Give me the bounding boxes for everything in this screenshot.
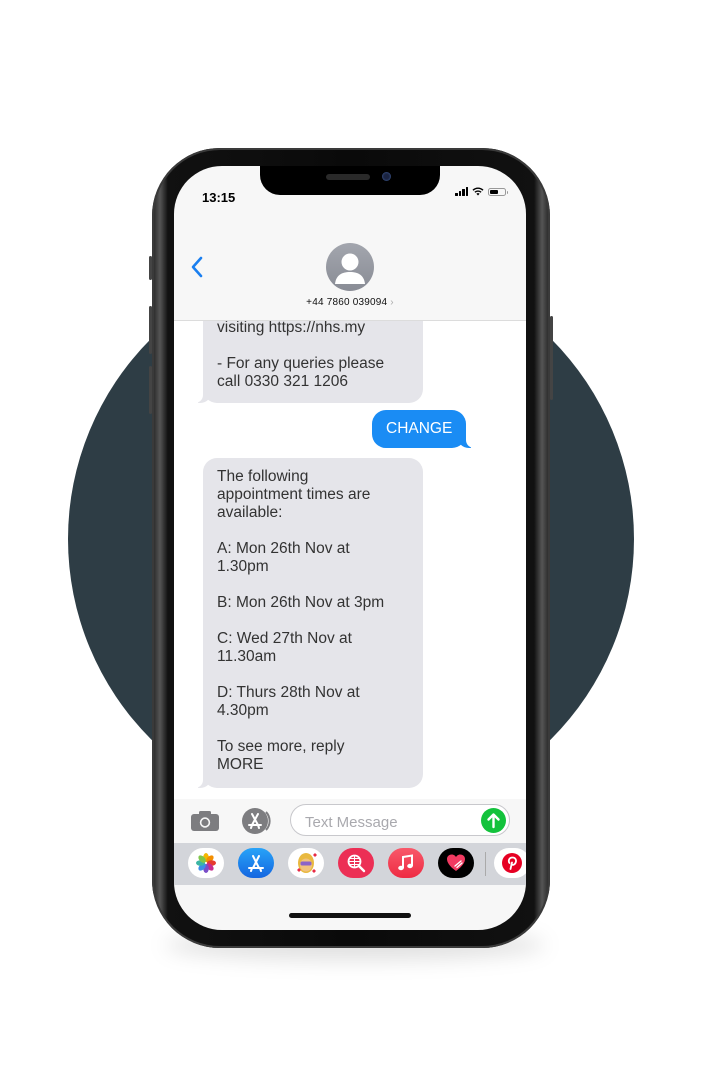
speaker-grille bbox=[326, 174, 370, 180]
image-search-app-icon bbox=[347, 854, 366, 873]
contact-avatar[interactable] bbox=[326, 243, 374, 291]
status-icons bbox=[455, 187, 508, 196]
message-bubble-outgoing: CHANGE bbox=[372, 410, 476, 448]
app-store-icon bbox=[242, 808, 271, 834]
back-button[interactable] bbox=[188, 254, 208, 280]
pinterest-app-button[interactable] bbox=[494, 848, 526, 878]
message-thread[interactable]: visiting https://nhs.my - For any querie… bbox=[174, 321, 526, 799]
digital-touch-app-icon bbox=[447, 854, 465, 871]
wifi-icon bbox=[472, 187, 484, 196]
contact-number: +44 7860 039094 bbox=[306, 297, 388, 308]
memoji-app-icon bbox=[297, 853, 317, 873]
message-input-bar bbox=[174, 799, 526, 843]
arrow-up-icon bbox=[487, 813, 500, 829]
tray-divider bbox=[485, 852, 486, 876]
conversation-header: +44 7860 039094 › bbox=[174, 216, 526, 321]
phone-screen: 13:15 +44 7860 039094 › visiting https:/… bbox=[174, 166, 526, 930]
memoji-app-button[interactable] bbox=[288, 848, 324, 878]
person-silhouette-icon bbox=[335, 253, 365, 284]
music-app-button[interactable] bbox=[388, 848, 424, 878]
image-search-app-button[interactable] bbox=[338, 848, 374, 878]
notch bbox=[260, 166, 440, 195]
chevron-right-icon: › bbox=[390, 297, 394, 308]
digital-touch-app-button[interactable] bbox=[438, 848, 474, 878]
camera-button[interactable] bbox=[190, 810, 220, 832]
side-button bbox=[550, 316, 553, 400]
send-button[interactable] bbox=[481, 808, 506, 833]
message-bubble-incoming: visiting https://nhs.my - For any querie… bbox=[194, 321, 423, 403]
app-store-app-icon bbox=[248, 855, 264, 872]
apps-button[interactable] bbox=[240, 807, 274, 835]
app-drawer bbox=[174, 843, 526, 885]
photos-app-icon bbox=[196, 853, 216, 873]
contact-details-link[interactable]: +44 7860 039094 › bbox=[174, 297, 526, 308]
message-input[interactable] bbox=[303, 811, 477, 833]
chevron-left-icon bbox=[191, 256, 203, 278]
volume-up-button bbox=[149, 306, 152, 354]
mute-switch bbox=[149, 256, 152, 280]
battery-icon bbox=[488, 187, 508, 196]
status-time: 13:15 bbox=[202, 190, 236, 205]
front-camera bbox=[382, 172, 391, 181]
app-store-app-button[interactable] bbox=[238, 848, 274, 878]
cellular-signal-icon bbox=[455, 187, 468, 196]
camera-icon bbox=[191, 811, 219, 831]
message-bubble-incoming: The following appointment times are avai… bbox=[194, 458, 423, 788]
music-app-icon bbox=[398, 854, 413, 871]
message-field[interactable] bbox=[290, 804, 510, 836]
pinterest-app-icon bbox=[502, 853, 522, 873]
photos-app-button[interactable] bbox=[188, 848, 224, 878]
home-indicator[interactable] bbox=[289, 913, 411, 918]
volume-down-button bbox=[149, 366, 152, 414]
